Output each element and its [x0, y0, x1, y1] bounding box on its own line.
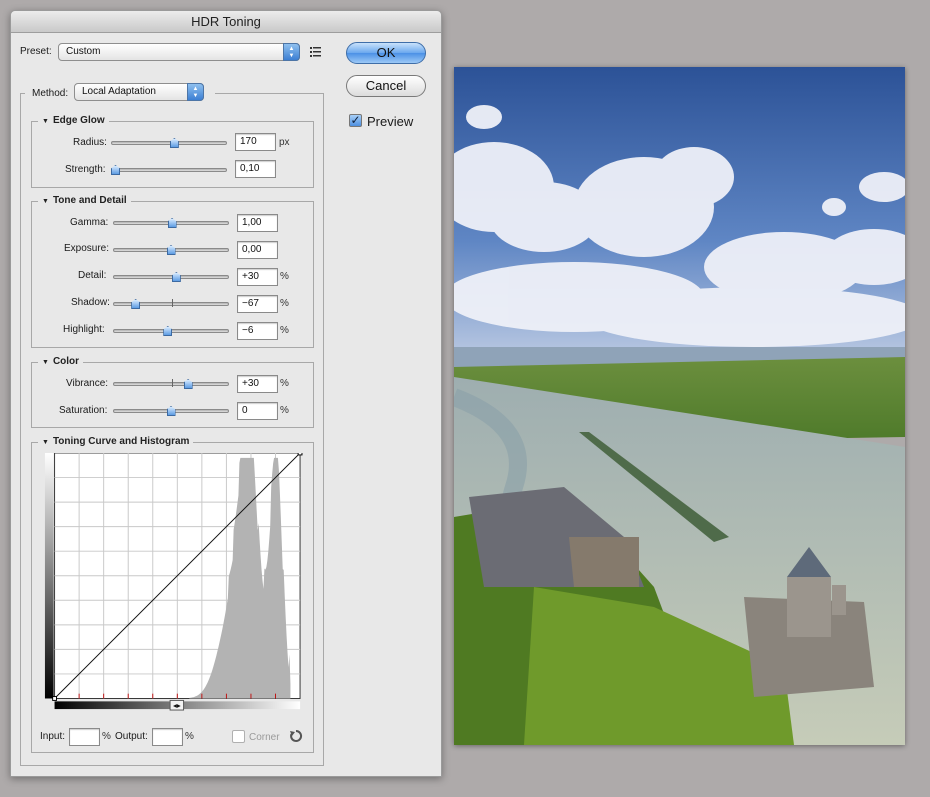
radius-slider[interactable] [111, 141, 227, 145]
color-title: Color [52, 356, 80, 367]
detail-field[interactable]: +30 [237, 268, 278, 286]
chevron-updown-icon: ▲ ▼ [187, 83, 204, 101]
preset-select[interactable]: Custom ▲ ▼ [58, 43, 300, 61]
tone-detail-title: Tone and Detail [52, 195, 127, 206]
edge-glow-title: Edge Glow [52, 115, 105, 126]
gamma-field[interactable]: 1,00 [237, 214, 278, 232]
radius-label: Radius: [73, 137, 107, 148]
output-field[interactable] [152, 728, 183, 746]
exposure-label: Exposure: [64, 243, 110, 254]
shadow-slider[interactable] [113, 302, 229, 306]
corner-label: Corner [249, 732, 280, 743]
strength-field[interactable]: 0,10 [235, 160, 276, 178]
shadow-field[interactable]: −67 [237, 295, 278, 313]
preview-image [454, 67, 905, 745]
method-value: Local Adaptation [82, 86, 156, 97]
vibrance-slider[interactable] [113, 382, 229, 386]
input-unit: % [102, 731, 111, 742]
highlight-unit: % [280, 325, 289, 336]
hdr-toning-dialog: HDR Toning Preset: Custom ▲ ▼ OK Cancel ✓… [10, 10, 442, 777]
list-icon[interactable] [309, 45, 323, 59]
shadow-unit: % [280, 298, 289, 309]
radius-field[interactable]: 170 [235, 133, 276, 151]
triangle-down-icon[interactable]: ▼ [42, 118, 49, 125]
reset-icon[interactable] [289, 729, 303, 743]
curve-title: Toning Curve and Histogram [52, 436, 190, 447]
shadow-label: Shadow: [71, 297, 110, 308]
slider-center-tick [172, 379, 173, 387]
vibrance-label: Vibrance: [66, 378, 109, 389]
dialog-title: HDR Toning [11, 11, 441, 33]
slider-center-tick [172, 299, 173, 307]
radius-unit: px [279, 137, 290, 148]
gamma-label: Gamma: [70, 217, 109, 228]
exposure-field[interactable]: 0,00 [237, 241, 278, 259]
highlight-field[interactable]: −6 [237, 322, 278, 340]
input-field[interactable] [69, 728, 100, 746]
preset-value: Custom [66, 46, 101, 57]
detail-slider[interactable] [113, 275, 229, 279]
cancel-button[interactable]: Cancel [346, 75, 426, 97]
input-label: Input: [40, 731, 66, 742]
toning-curve-graph[interactable]: ◂▸ [40, 453, 305, 711]
curve-point[interactable] [297, 453, 303, 456]
triangle-down-icon[interactable]: ▼ [42, 439, 49, 446]
detail-unit: % [280, 271, 289, 282]
strength-slider[interactable] [111, 168, 227, 172]
saturation-label: Saturation: [59, 405, 108, 416]
saturation-unit: % [280, 405, 289, 416]
triangle-down-icon[interactable]: ▼ [42, 198, 49, 205]
curve-point[interactable] [52, 696, 57, 701]
svg-text:◂▸: ◂▸ [173, 701, 181, 710]
chevron-updown-icon: ▲ ▼ [283, 43, 300, 61]
preview-checkbox[interactable]: ✓ [349, 114, 362, 127]
saturation-field[interactable]: 0 [237, 402, 278, 420]
output-label: Output: [115, 731, 148, 742]
detail-label: Detail: [78, 270, 107, 281]
corner-checkbox[interactable] [232, 730, 245, 743]
strength-label: Strength: [65, 164, 106, 175]
vibrance-unit: % [280, 378, 289, 389]
output-unit: % [185, 731, 194, 742]
output-gradient [44, 453, 54, 699]
preview-label: Preview [367, 114, 414, 129]
method-select[interactable]: Local Adaptation ▲ ▼ [74, 83, 204, 101]
ok-button[interactable]: OK [346, 42, 426, 64]
highlight-label: Highlight: [63, 324, 105, 335]
preset-label: Preset: [20, 46, 52, 57]
triangle-down-icon[interactable]: ▼ [42, 359, 49, 366]
vibrance-field[interactable]: +30 [237, 375, 278, 393]
method-label: Method: [32, 88, 69, 99]
